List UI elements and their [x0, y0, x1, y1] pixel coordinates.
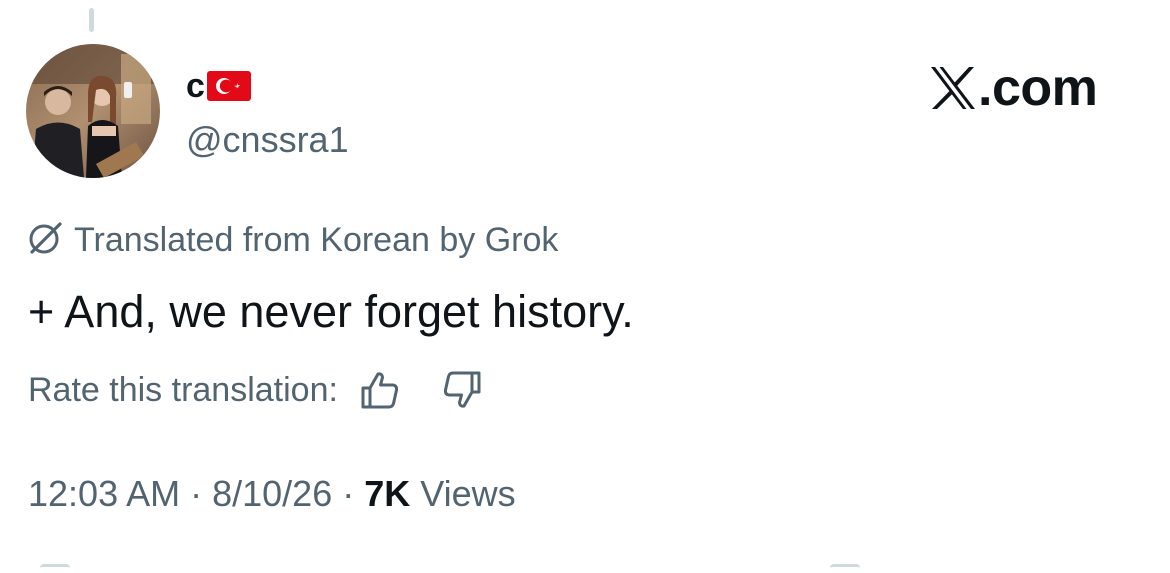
thumbs-up-button[interactable] — [356, 366, 404, 414]
brand-domain: .com — [978, 59, 1098, 117]
views-count[interactable]: 7K — [364, 470, 410, 518]
grok-icon — [26, 219, 64, 262]
avatar[interactable] — [26, 44, 160, 178]
author-name-row[interactable]: c — [186, 66, 251, 106]
x-logo-icon — [930, 66, 978, 110]
brand-watermark: .com — [930, 58, 1098, 118]
rate-translation-row: Rate this translation: — [28, 366, 486, 414]
translation-notice-text: Translated from Korean by Grok — [74, 221, 559, 259]
tweet-time[interactable]: 12:03 AM — [28, 470, 180, 518]
thumbs-up-icon — [361, 372, 398, 409]
turkey-flag-icon — [206, 71, 251, 101]
tweet-meta: 12:03 AM · 8/10/26 · 7K Views — [28, 470, 516, 518]
tweet-date[interactable]: 8/10/26 — [212, 470, 332, 518]
translation-notice: Translated from Korean by Grok — [26, 218, 558, 262]
thumbs-down-button[interactable] — [438, 366, 486, 414]
tweet-text: + And, we never forget history. — [28, 286, 634, 337]
avatar-photo — [26, 44, 160, 178]
meta-separator: · — [332, 473, 365, 514]
meta-separator: · — [180, 473, 213, 514]
author-display-name[interactable]: c — [186, 66, 205, 106]
thread-connector-line — [89, 8, 94, 32]
rate-translation-label: Rate this translation: — [28, 371, 338, 409]
thumbs-down-icon — [443, 371, 481, 408]
views-label[interactable]: Views — [410, 470, 515, 518]
author-handle[interactable]: @cnssra1 — [186, 118, 349, 162]
